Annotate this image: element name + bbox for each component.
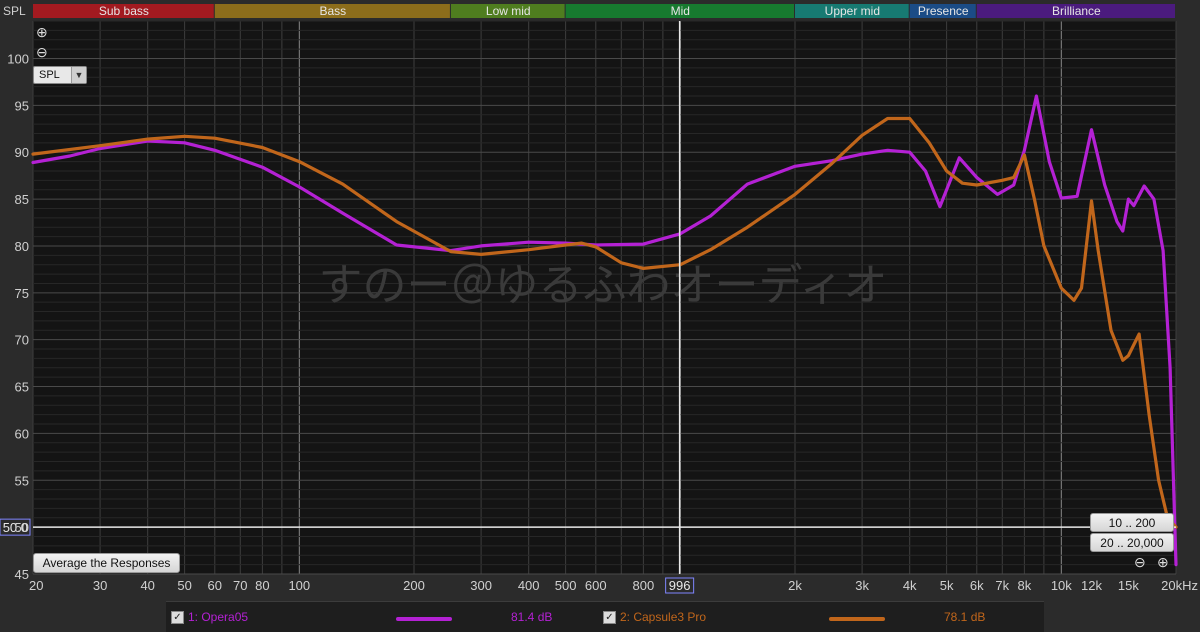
y-tick-100: 100 (7, 51, 29, 66)
range-20-20000-button[interactable]: 20 .. 20,000 (1090, 533, 1174, 552)
zoom-out-x-icon[interactable]: ⊖ (1134, 555, 1146, 569)
x-tick-20kHz: 20kHz (1161, 578, 1198, 593)
y-tick-95: 95 (15, 98, 29, 113)
spl-select[interactable]: SPL ▼ (33, 66, 87, 84)
x-tick-70: 70 (233, 578, 247, 593)
band-label-6: Brilliance (1052, 4, 1101, 18)
rew-window: Sub bass Bass Low mid Mid Upper mid Presence B… (0, 0, 1200, 632)
chevron-down-icon: ▼ (71, 67, 86, 83)
y-tick-60: 60 (15, 426, 29, 441)
x-tick-6k: 6k (970, 578, 984, 593)
x-tick-500: 500 (555, 578, 577, 593)
y-tick-70: 70 (15, 333, 29, 348)
band-label-4: Upper mid (825, 4, 880, 18)
legend-value-2: 78.1 dB (944, 610, 986, 624)
legend-label-1: 1: Opera05 (188, 610, 249, 624)
range-10-200-button[interactable]: 10 .. 200 (1090, 513, 1174, 532)
x-tick-300: 300 (470, 578, 492, 593)
y-tick-labels: 45 50 55 60 65 70 75 80 85 90 95 100 (7, 51, 29, 582)
x-tick-2k: 2k (788, 578, 802, 593)
frequency-response-chart[interactable]: Sub bass Bass Low mid Mid Upper mid Presence B… (0, 0, 1200, 631)
legend-label-2: 2: Capsule3 Pro (620, 610, 707, 624)
y-tick-85: 85 (15, 192, 29, 207)
watermark: すのー＠ゆるふわオーディオ (319, 260, 888, 311)
legend-value-1: 81.4 dB (511, 610, 553, 624)
x-tick-10k: 10k (1051, 578, 1072, 593)
x-tick-60: 60 (208, 578, 222, 593)
legend-checkbox-2[interactable]: ✓ (603, 611, 616, 624)
band-label-3: Mid (671, 4, 690, 18)
y-tick-65: 65 (15, 380, 29, 395)
zoom-out-icon[interactable]: ⊖ (36, 45, 48, 59)
y-tick-80: 80 (15, 239, 29, 254)
band-label-0: Sub bass (99, 4, 149, 18)
y-axis-label: SPL (3, 4, 26, 18)
zoom-in-x-icon[interactable]: ⊕ (1157, 555, 1169, 569)
x-tick-100: 100 (288, 578, 310, 593)
x-tick-30: 30 (93, 578, 107, 593)
x-tick-80: 80 (255, 578, 269, 593)
band-label-5: Presence (918, 4, 969, 18)
x-tick-3k: 3k (855, 578, 869, 593)
x-tick-200: 200 (403, 578, 425, 593)
x-tick-labels: 20 30 40 50 60 70 80 100 200 300 400 500 600 800 2k 3k 4… (29, 578, 1198, 593)
x-tick-50: 50 (177, 578, 191, 593)
x-tick-12k: 12k (1081, 578, 1102, 593)
zoom-in-icon[interactable]: ⊕ (36, 25, 48, 39)
x-tick-4k: 4k (903, 578, 917, 593)
x-tick-400: 400 (518, 578, 540, 593)
cursor-freq-label: 996 (669, 578, 691, 593)
x-tick-600: 600 (585, 578, 607, 593)
x-tick-40: 40 (140, 578, 154, 593)
legend-checkbox-1[interactable]: ✓ (171, 611, 184, 624)
x-tick-800: 800 (633, 578, 655, 593)
x-tick-5k: 5k (940, 578, 954, 593)
spl-select-value: SPL (39, 69, 60, 81)
legend-swatch-1 (396, 617, 452, 621)
y-tick-75: 75 (15, 286, 29, 301)
band-label-1: Bass (320, 4, 347, 18)
x-tick-15k: 15k (1118, 578, 1139, 593)
y-tick-50: 50 (15, 520, 29, 535)
y-tick-55: 55 (15, 473, 29, 488)
x-tick-8k: 8k (1018, 578, 1032, 593)
x-tick-20: 20 (29, 578, 43, 593)
band-label-2: Low mid (486, 4, 531, 18)
y-tick-90: 90 (15, 145, 29, 160)
legend-swatch-2 (829, 617, 885, 621)
average-responses-button[interactable]: Average the Responses (33, 553, 180, 573)
frequency-bands: Sub bass Bass Low mid Mid Upper mid Presence B… (33, 4, 1175, 18)
x-tick-7k: 7k (995, 578, 1009, 593)
y-tick-45: 45 (15, 567, 29, 582)
legend-bar: ✓ 1: Opera05 81.4 dB ✓ 2: Capsule3 Pro 7… (166, 601, 1044, 632)
